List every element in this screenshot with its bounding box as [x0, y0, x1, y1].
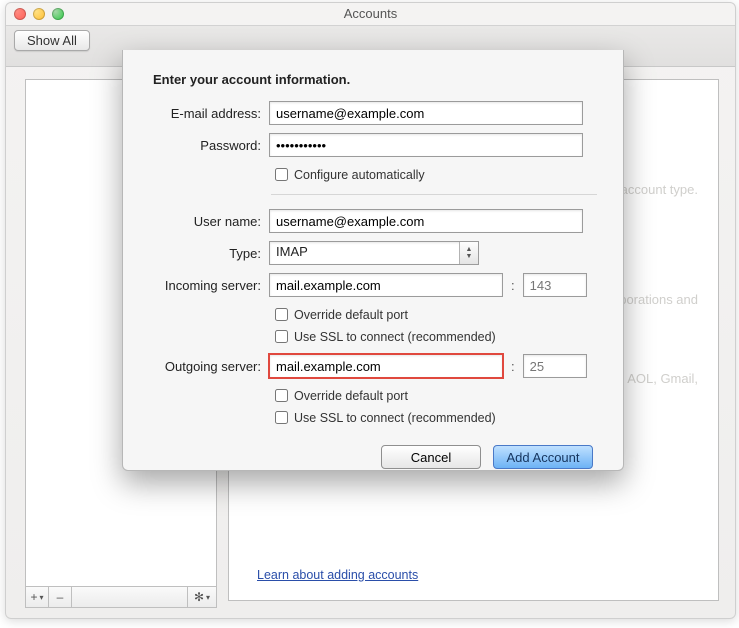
configure-auto-label: Configure automatically [294, 168, 425, 182]
incoming-port-field[interactable] [523, 273, 587, 297]
username-label: User name: [143, 214, 269, 229]
window-controls [14, 8, 64, 20]
incoming-ssl-checkbox[interactable] [275, 330, 288, 343]
incoming-override-checkbox[interactable] [275, 308, 288, 321]
outgoing-ssl-checkbox[interactable] [275, 411, 288, 424]
outgoing-override-label: Override default port [294, 389, 408, 403]
password-field[interactable] [269, 133, 583, 157]
learn-link[interactable]: Learn about adding accounts [257, 568, 418, 582]
configure-auto-checkbox[interactable] [275, 168, 288, 181]
accounts-footer: +▾ – ✻▾ [25, 586, 217, 608]
outgoing-label: Outgoing server: [143, 359, 269, 374]
type-select[interactable]: IMAP ▲▼ [269, 241, 479, 265]
close-icon[interactable] [14, 8, 26, 20]
incoming-label: Incoming server: [143, 278, 269, 293]
type-label: Type: [143, 246, 269, 261]
divider [271, 194, 597, 195]
email-field[interactable] [269, 101, 583, 125]
outgoing-override-checkbox[interactable] [275, 389, 288, 402]
window-title: Accounts [6, 3, 735, 26]
password-label: Password: [143, 138, 269, 153]
add-account-sheet: Enter your account information. E-mail a… [122, 50, 624, 471]
settings-menu-button[interactable]: ✻▾ [188, 587, 216, 607]
chevron-down-icon: ▾ [40, 593, 44, 602]
colon: : [503, 359, 523, 374]
add-account-button[interactable]: Add Account [493, 445, 593, 469]
username-field[interactable] [269, 209, 583, 233]
remove-account-button[interactable]: – [49, 587, 72, 607]
plus-icon: + [30, 590, 37, 604]
cancel-button[interactable]: Cancel [381, 445, 481, 469]
incoming-ssl-label: Use SSL to connect (recommended) [294, 330, 496, 344]
outgoing-port-field[interactable] [523, 354, 587, 378]
chevron-down-icon: ▾ [206, 593, 210, 602]
add-account-button[interactable]: +▾ [26, 587, 49, 607]
type-value: IMAP [276, 244, 308, 259]
footer-spacer [72, 587, 188, 607]
sheet-title: Enter your account information. [153, 72, 597, 87]
zoom-icon[interactable] [52, 8, 64, 20]
select-arrows-icon: ▲▼ [459, 242, 478, 264]
incoming-server-field[interactable] [269, 273, 503, 297]
incoming-override-label: Override default port [294, 308, 408, 322]
outgoing-server-field[interactable] [269, 354, 503, 378]
minimize-icon[interactable] [33, 8, 45, 20]
show-all-button[interactable]: Show All [14, 30, 90, 51]
gear-icon: ✻ [194, 590, 204, 604]
colon: : [503, 278, 523, 293]
outgoing-ssl-label: Use SSL to connect (recommended) [294, 411, 496, 425]
email-label: E-mail address: [143, 106, 269, 121]
